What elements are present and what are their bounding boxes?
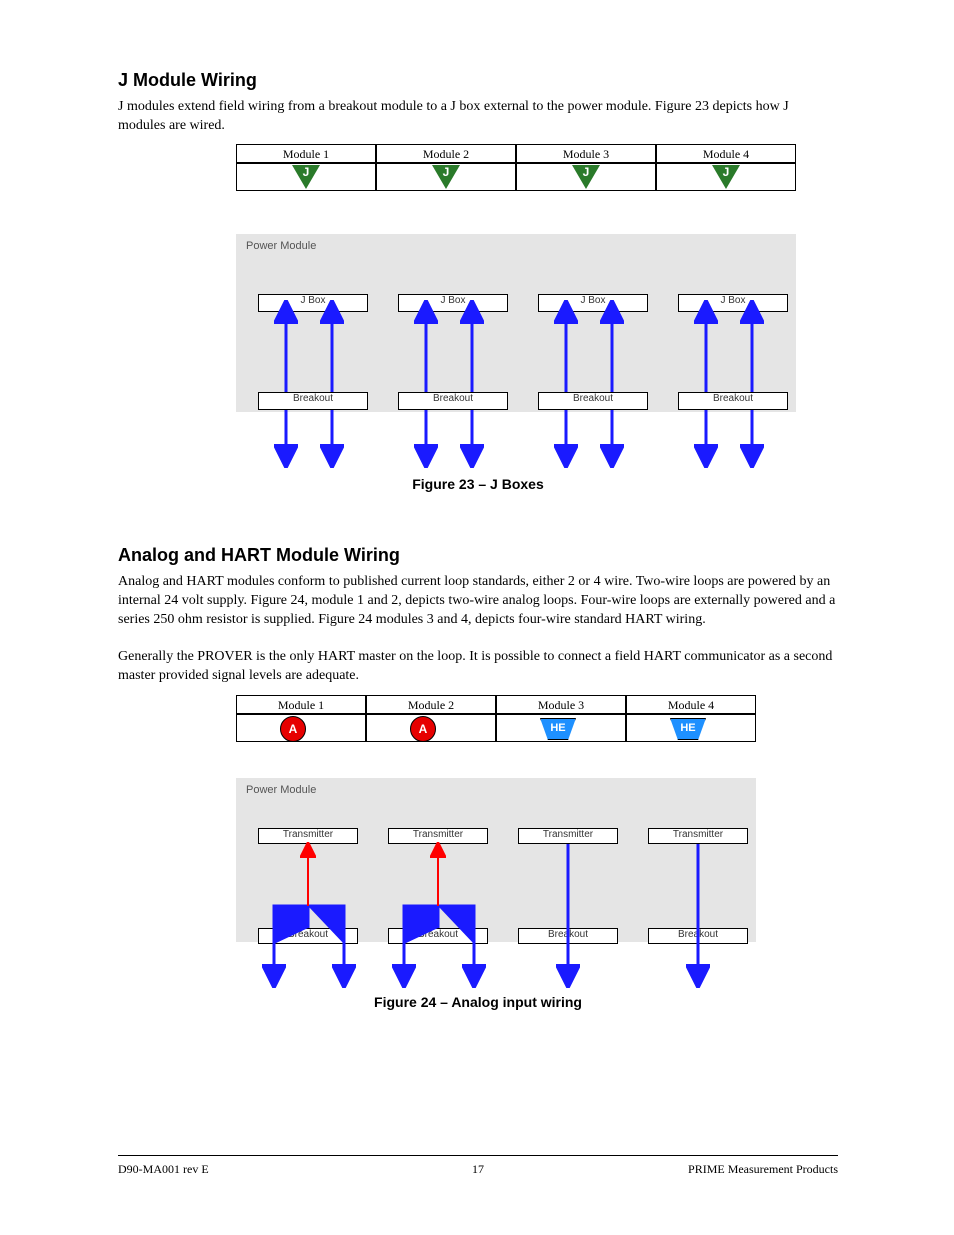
footer-right: PRIME Measurement Products xyxy=(688,1162,838,1177)
figure-caption: Figure 23 – J Boxes xyxy=(118,476,838,492)
body-text: J modules extend field wiring from a bre… xyxy=(118,98,838,136)
j-badge-label: J xyxy=(292,165,320,179)
wiring-arrows xyxy=(236,234,796,464)
body-text: Generally the PROVER is the only HART ma… xyxy=(118,648,838,686)
section-heading: J Module Wiring xyxy=(118,70,257,91)
a-badge-icon: A xyxy=(410,716,436,742)
body-text: Analog and HART modules conform to publi… xyxy=(118,573,838,630)
wiring-arrows xyxy=(236,778,796,998)
a-badge-icon: A xyxy=(280,716,306,742)
figure-caption: Figure 24 – Analog input wiring xyxy=(118,994,838,1010)
footer-rule xyxy=(118,1155,838,1156)
section-heading: Analog and HART Module Wiring xyxy=(118,545,400,566)
